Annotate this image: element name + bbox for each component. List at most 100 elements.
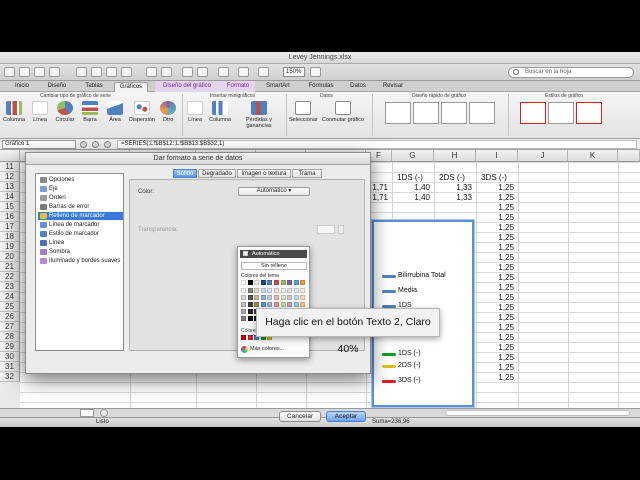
theme-tint-swatch[interactable] (274, 288, 279, 293)
row-header[interactable]: 24 (0, 292, 20, 302)
tab-diseno[interactable]: Diseño (42, 82, 72, 92)
theme-color-swatch[interactable] (287, 280, 293, 285)
quick-layout-4[interactable] (469, 102, 495, 124)
cell-value[interactable]: 1,25 (478, 183, 514, 192)
theme-tint-swatch[interactable] (267, 302, 273, 307)
row-header[interactable]: 13 (0, 182, 20, 192)
theme-tint-swatch[interactable] (300, 295, 306, 300)
print-icon[interactable] (49, 67, 60, 77)
theme-tint-swatch[interactable] (254, 302, 260, 307)
row-header[interactable]: 20 (0, 252, 20, 262)
horizontal-scrollbar[interactable] (445, 410, 630, 416)
row-header[interactable]: 29 (0, 342, 20, 352)
line-chart-button[interactable]: Línea (29, 101, 51, 123)
theme-tint-swatch[interactable] (247, 288, 253, 293)
area-chart-button[interactable]: Área (104, 101, 126, 123)
theme-tint-swatch[interactable] (280, 302, 286, 307)
more-colors-option[interactable]: Más colores... (241, 346, 284, 353)
quick-layout-3[interactable] (441, 102, 467, 124)
tab-formulas[interactable]: Fórmulas (304, 82, 338, 92)
cell-value[interactable]: 1,25 (478, 363, 514, 372)
row-header[interactable]: 11 (0, 162, 20, 172)
cell-value[interactable]: 1,25 (478, 223, 514, 232)
theme-tint-swatch[interactable] (247, 302, 253, 307)
cell-value[interactable]: 1,25 (478, 323, 514, 332)
theme-tint-swatch[interactable] (247, 295, 253, 300)
row-header[interactable]: 26 (0, 312, 20, 322)
row-header[interactable]: 30 (0, 352, 20, 362)
chart-style-2[interactable] (548, 102, 574, 124)
quick-layout-1[interactable] (385, 102, 411, 124)
gallery-icon[interactable] (238, 67, 249, 77)
row-header[interactable]: 15 (0, 202, 20, 212)
cell-value[interactable]: 1,25 (478, 373, 514, 382)
theme-tint-swatch[interactable] (241, 309, 246, 314)
other-chart-button[interactable]: Otro (157, 101, 179, 123)
row-header[interactable]: 19 (0, 242, 20, 252)
sparkline-line-button[interactable]: Línea (184, 101, 206, 123)
row-header[interactable]: 25 (0, 302, 20, 312)
scatter-chart-button[interactable]: Dispersión (128, 101, 156, 123)
paste-icon[interactable] (106, 67, 117, 77)
theme-tint-swatch[interactable] (260, 288, 266, 293)
dialog-nav-item[interactable]: Línea de marcador (38, 221, 123, 229)
theme-color-swatch[interactable] (247, 280, 253, 285)
copy-icon[interactable] (91, 67, 102, 77)
cell-value[interactable]: 1,25 (478, 213, 514, 222)
theme-tint-swatch[interactable] (274, 295, 279, 300)
dialog-category-list[interactable]: Opciones Eje Orden Barras de error Relleno d… (35, 173, 124, 351)
help-icon[interactable] (310, 67, 321, 77)
theme-tint-swatch[interactable] (293, 295, 299, 300)
cell-value[interactable]: 1,25 (478, 303, 514, 312)
legend-entry[interactable]: Bilirrubina Total (382, 272, 446, 279)
accept-icon[interactable] (92, 141, 99, 148)
legend-entry[interactable]: 3DS (-) (382, 377, 421, 384)
transparency-stepper[interactable] (338, 225, 344, 234)
bar-chart-button[interactable]: Barra (79, 101, 101, 123)
cell-value[interactable]: 1,25 (478, 283, 514, 292)
cell-value[interactable]: 1,25 (478, 313, 514, 322)
column-header[interactable]: J (518, 150, 568, 162)
cell-value[interactable]: 1,40 (394, 193, 430, 202)
sheet-tab[interactable] (80, 409, 94, 417)
row-header[interactable]: 21 (0, 262, 20, 272)
chart-style-3[interactable] (576, 102, 602, 124)
cell-header[interactable]: 2DS (-) (434, 173, 470, 182)
theme-tint-swatch[interactable] (287, 295, 293, 300)
zoom-select[interactable]: 150% (283, 67, 305, 77)
row-header[interactable]: 17 (0, 222, 20, 232)
theme-color-swatch[interactable] (241, 280, 246, 285)
tab-diseno-grafico[interactable]: Diseño del gráfico (157, 82, 217, 92)
toolbox-icon[interactable] (258, 67, 269, 77)
row-header[interactable]: 12 (0, 172, 20, 182)
theme-color-swatch[interactable] (274, 280, 279, 285)
select-data-button[interactable]: Seleccionar (289, 101, 318, 123)
add-sheet-icon[interactable] (100, 409, 108, 417)
tab-datos[interactable]: Datos (344, 82, 372, 92)
cell-value[interactable]: 1,25 (478, 273, 514, 282)
theme-tint-swatch[interactable] (260, 295, 266, 300)
theme-tint-swatch[interactable] (274, 302, 279, 307)
row-header[interactable]: 27 (0, 322, 20, 332)
cell-value[interactable]: 1,25 (478, 253, 514, 262)
theme-color-swatch[interactable] (260, 280, 266, 285)
legend-entry[interactable]: 2DS (-) (382, 362, 421, 369)
theme-tint-swatch[interactable] (300, 288, 306, 293)
theme-color-swatch[interactable] (254, 280, 260, 285)
transparency-input[interactable] (317, 225, 335, 234)
dialog-nav-item[interactable]: Barras de error (38, 203, 123, 211)
column-header[interactable]: K (568, 150, 618, 162)
dialog-nav-item[interactable]: Iluminado y bordes suaves (38, 257, 123, 265)
color-dropdown[interactable]: Automático ▾ (238, 187, 310, 196)
dialog-nav-item[interactable]: Estilo de marcador (38, 230, 123, 238)
sort-icon[interactable] (197, 67, 208, 77)
theme-tint-swatch[interactable] (254, 295, 260, 300)
theme-color-swatch[interactable] (300, 280, 306, 285)
row-header[interactable]: 31 (0, 362, 20, 372)
cell-value[interactable]: 1,25 (478, 243, 514, 252)
row-header[interactable]: 28 (0, 332, 20, 342)
redo-icon[interactable] (161, 67, 172, 77)
new-icon[interactable] (4, 67, 15, 77)
format-painter-icon[interactable] (121, 67, 132, 77)
search-field[interactable]: Buscar en la hoja (508, 67, 634, 78)
